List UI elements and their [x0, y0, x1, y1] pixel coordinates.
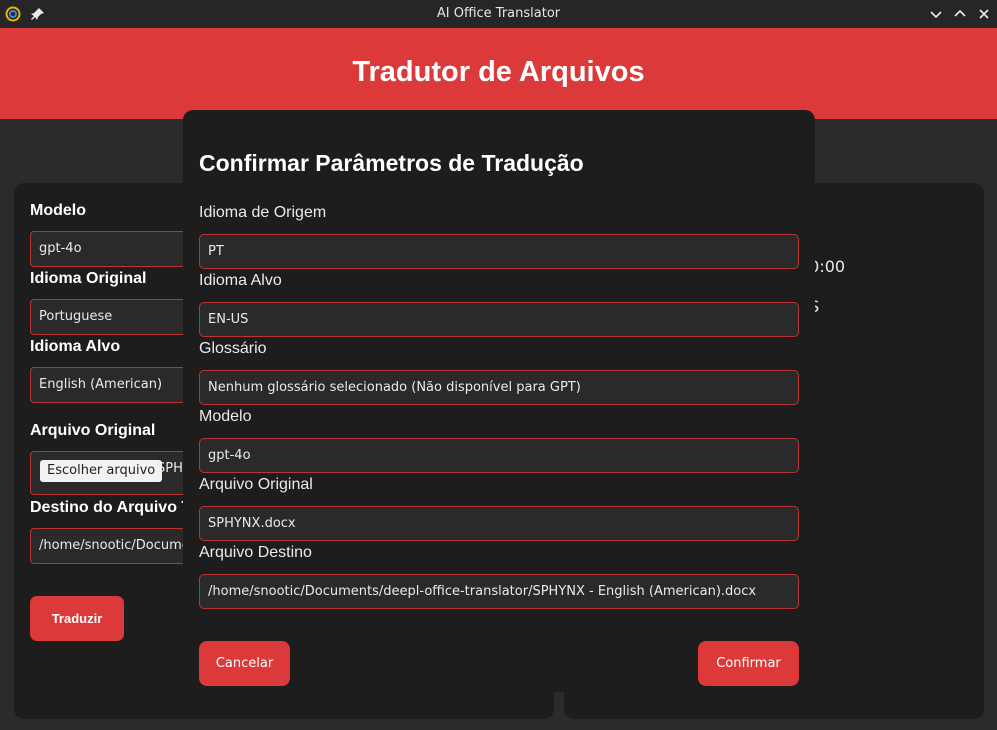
- header-banner: Tradutor de Arquivos: [0, 28, 997, 119]
- choose-file-button[interactable]: Escolher arquivo: [40, 460, 163, 482]
- model-label: Modelo: [199, 408, 252, 425]
- window-title: AI Office Translator: [436, 6, 561, 21]
- close-icon[interactable]: [975, 5, 993, 23]
- confirm-button[interactable]: Confirmar: [698, 641, 799, 686]
- target-language-field: EN-US: [199, 302, 799, 337]
- dialog-title: Confirmar Parâmetros de Tradução: [199, 150, 584, 176]
- cancel-button[interactable]: Cancelar: [199, 641, 290, 686]
- maximize-icon[interactable]: [951, 5, 969, 23]
- target-language-label: Idioma Alvo: [30, 338, 121, 355]
- destination-file-label: Arquivo Destino: [199, 544, 312, 561]
- target-language-label: Idioma Alvo: [199, 272, 282, 289]
- source-language-field: PT: [199, 234, 799, 269]
- model-field: gpt-4o: [199, 438, 799, 473]
- glossary-field: Nenhum glossário selecionado (Não dispon…: [199, 370, 799, 405]
- source-file-label: Arquivo Original: [30, 422, 156, 439]
- source-file-field: SPHYNX.docx: [199, 506, 799, 541]
- glossary-label: Glossário: [199, 340, 267, 357]
- source-language-label: Idioma de Origem: [199, 204, 327, 221]
- confirm-dialog: Confirmar Parâmetros de Tradução Idioma …: [183, 110, 815, 692]
- source-language-label: Idioma Original: [30, 270, 147, 287]
- translate-button[interactable]: Traduzir: [30, 596, 124, 641]
- destination-file-field: /home/snootic/Documents/deepl-office-tra…: [199, 574, 799, 609]
- page-title: Tradutor de Arquivos: [352, 56, 645, 88]
- window-titlebar: AI Office Translator: [0, 0, 997, 28]
- source-file-label: Arquivo Original: [199, 476, 313, 493]
- app-window: Tradutor de Arquivos Modelo gpt-4o Idiom…: [0, 28, 997, 730]
- model-label: Modelo: [30, 202, 86, 219]
- minimize-icon[interactable]: [927, 5, 945, 23]
